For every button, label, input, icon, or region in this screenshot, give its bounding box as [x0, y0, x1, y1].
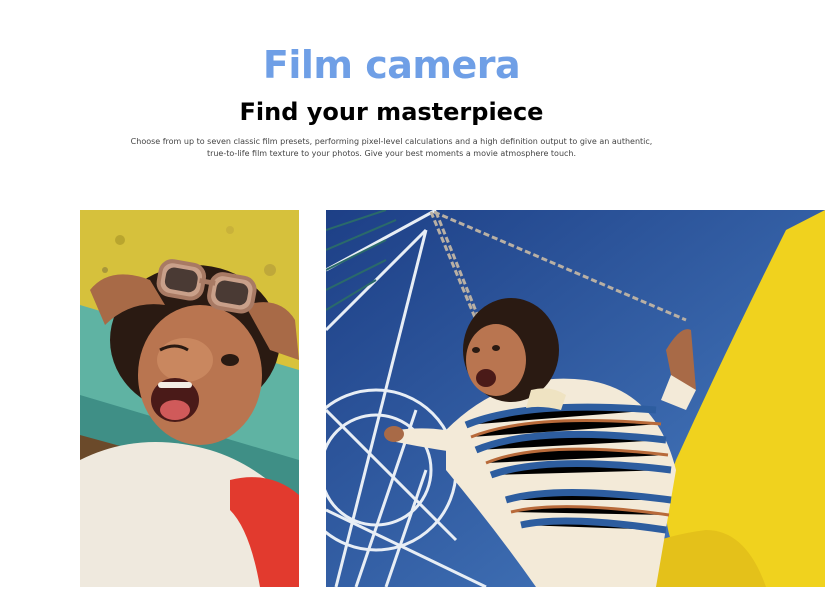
film-camera-section: Film camera Find your masterpiece Choose…: [0, 0, 825, 603]
sample-photo-swing: [326, 210, 825, 587]
section-subtitle: Find your masterpiece: [239, 97, 544, 126]
section-description: Choose from up to seven classic film pre…: [130, 137, 653, 158]
section-title: Film camera: [262, 43, 521, 88]
sample-photo-portrait: [80, 210, 299, 587]
